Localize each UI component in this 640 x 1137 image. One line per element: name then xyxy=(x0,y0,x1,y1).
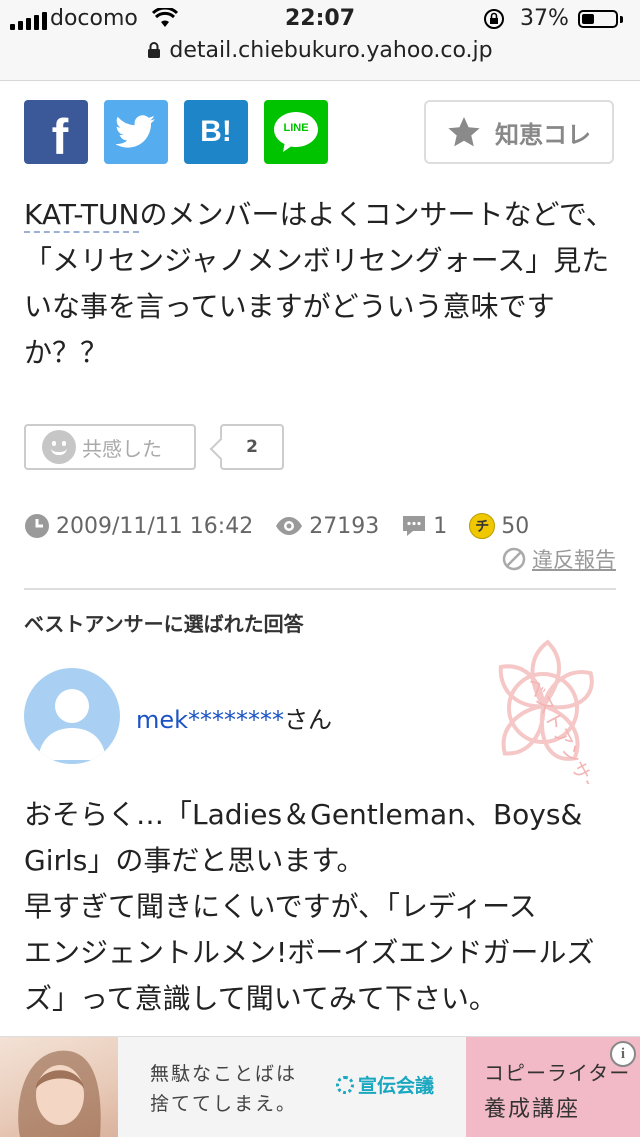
posted-datetime: 2009/11/11 16:42 xyxy=(56,513,254,539)
line-share-button[interactable]: LINE xyxy=(264,100,328,164)
view-count: 27193 xyxy=(309,513,380,539)
sakura-stamp-icon: ベストアンサー xyxy=(498,639,603,801)
line-label: LINE xyxy=(283,122,309,134)
ad-copy-line: 無駄なことばは xyxy=(150,1063,298,1085)
default-user-icon xyxy=(38,689,106,760)
rotation-lock-icon xyxy=(482,8,506,36)
coin-reward: 50 xyxy=(501,513,530,539)
hatena-bookmark-icon: B! xyxy=(200,115,232,148)
best-answer-heading: ベストアンサーに選ばれた回答 xyxy=(24,612,304,636)
ad-copy-line: 捨ててしまえ。 xyxy=(150,1093,298,1115)
answer-line: おそらく…「Ladies＆Gentleman、Boys& xyxy=(24,798,583,831)
ad-brand: 宣伝会議 xyxy=(336,1071,434,1098)
prohibited-icon xyxy=(502,547,526,571)
answerer-name: mek********さん xyxy=(136,700,332,735)
battery-tip xyxy=(620,16,623,23)
question-text: KAT-TUNのメンバーはよくコンサートなどで、「メリセンジャノメンボリセングォ… xyxy=(24,192,620,376)
divider xyxy=(24,588,616,590)
comment-icon xyxy=(403,516,426,536)
padlock-icon xyxy=(147,40,161,65)
ad-copy: 無駄なことばは 捨ててしまえ。 xyxy=(150,1059,297,1119)
status-bar: docomo 22:07 37% detail.chiebukuro.yahoo… xyxy=(0,0,640,81)
brand-logo-icon xyxy=(336,1075,354,1094)
facebook-icon: f xyxy=(51,109,69,165)
address-bar[interactable]: detail.chiebukuro.yahoo.co.jp xyxy=(0,38,640,70)
best-answer-stamp: ベストアンサー xyxy=(468,634,618,801)
avatar[interactable] xyxy=(24,668,120,764)
clock-icon xyxy=(25,514,49,538)
chie-coin-icon: チ xyxy=(469,513,496,539)
question-meta: 2009/11/11 16:42 27193 1 チ 50 xyxy=(24,508,529,544)
ad-cta-line: コピーライター xyxy=(484,1061,631,1085)
chie-kore-button[interactable]: 知恵コレ xyxy=(424,100,614,164)
answer-line: Girls」の事だと思います。 xyxy=(24,844,365,877)
empathy-label: 共感した xyxy=(82,436,162,461)
battery-percent: 37% xyxy=(520,6,569,31)
question-keyword-link[interactable]: KAT-TUN xyxy=(24,198,140,233)
star-icon xyxy=(448,117,480,147)
twitter-share-button[interactable] xyxy=(104,100,168,164)
honorific: さん xyxy=(284,706,333,734)
answer-line: 早すぎて聞きにくいですが、「レディース xyxy=(24,890,537,923)
empathy-count: 2 xyxy=(220,424,284,470)
answerer-username-link[interactable]: mek******** xyxy=(136,706,284,734)
report-link[interactable]: 違反報告 xyxy=(502,544,616,574)
ad-info-icon[interactable]: i xyxy=(610,1041,636,1067)
battery-icon xyxy=(578,10,618,28)
ad-banner[interactable]: 無駄なことばは 捨ててしまえ。 宣伝会議 コピーライター 養成講座 i xyxy=(0,1036,640,1137)
report-label: 違反報告 xyxy=(532,548,616,572)
smiley-icon xyxy=(42,430,76,464)
answer-line: ズ」って意識して聞いてみて下さい。 xyxy=(24,982,497,1015)
answer-count: 1 xyxy=(433,513,448,539)
ad-brand-name: 宣伝会議 xyxy=(358,1075,435,1097)
ad-photo xyxy=(0,1037,118,1137)
hatena-share-button[interactable]: B! xyxy=(184,100,248,164)
eye-icon xyxy=(276,517,303,535)
chie-kore-label: 知恵コレ xyxy=(495,120,591,149)
ad-cta-line: 養成講座 xyxy=(484,1097,581,1122)
twitter-icon xyxy=(116,115,155,148)
ad-cta[interactable]: コピーライター 養成講座 i xyxy=(466,1037,640,1137)
url-text: detail.chiebukuro.yahoo.co.jp xyxy=(169,38,493,63)
answer-text: おそらく…「Ladies＆Gentleman、Boys& Girls」の事だと思… xyxy=(24,792,620,1022)
empathy-button[interactable]: 共感した xyxy=(24,424,196,470)
answer-line: エンジェントルメン!ボーイズエンドガールズ xyxy=(24,936,595,969)
facebook-share-button[interactable]: f xyxy=(24,100,88,165)
